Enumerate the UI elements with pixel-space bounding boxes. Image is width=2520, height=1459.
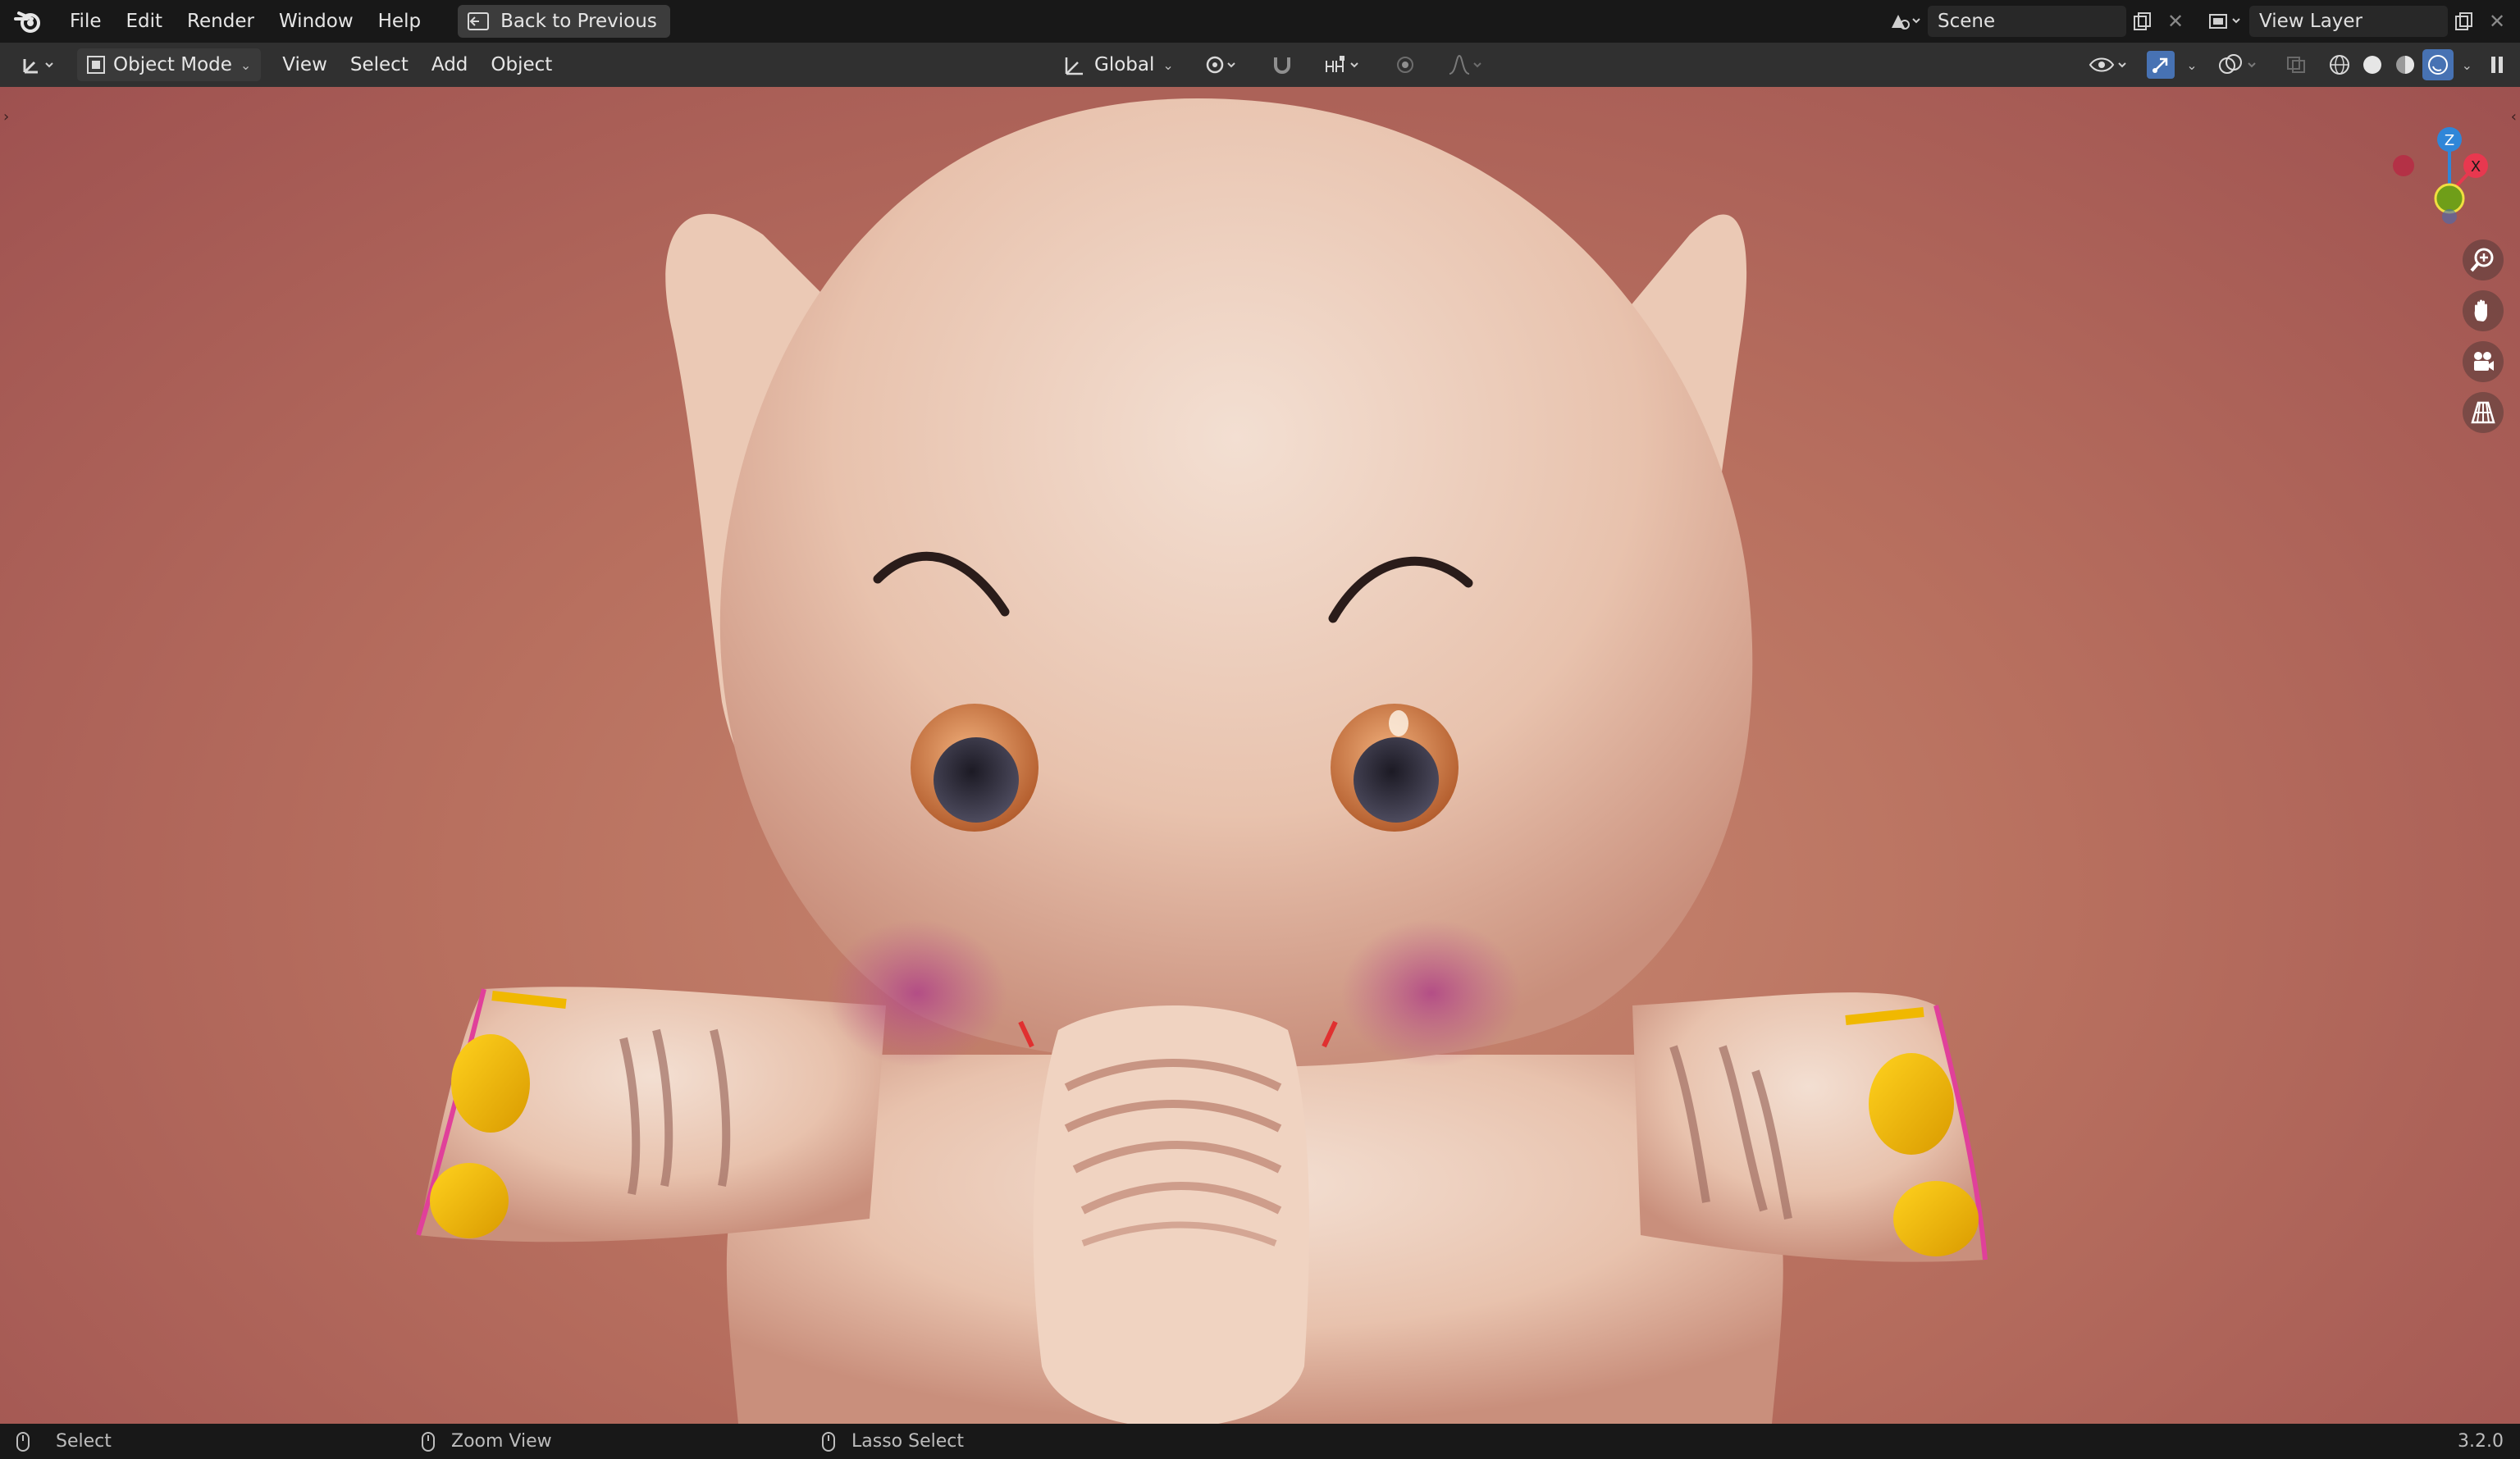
zoom-view-button[interactable] [2463,239,2504,280]
new-scene-icon[interactable] [2126,6,2159,37]
pause-render-button[interactable] [2481,49,2513,80]
status-bar: Select Zoom View Lasso Select 3.2.0 [0,1424,2520,1459]
overlays-icon [2218,54,2256,74]
status-zoom-view-label: Zoom View [451,1431,552,1452]
solid-sphere-icon [2362,56,2381,74]
chevron-down-icon: ⌄ [1162,57,1174,73]
scene-name: Scene [1938,11,1996,32]
mouse-middle-icon [422,1431,435,1452]
material-preview-button[interactable] [2390,49,2421,80]
camera-icon [2474,352,2494,371]
chevron-down-icon: ⌄ [240,57,252,73]
gizmo-dropdown[interactable]: ⌄ [2180,48,2203,81]
axis-z-label: Z [2445,132,2454,149]
menu-help[interactable]: Help [366,3,433,39]
hand-icon [2474,299,2487,321]
scene-browse-icon[interactable] [1882,6,1928,37]
wireframe-sphere-icon [2329,55,2349,75]
editor-type-button[interactable] [8,48,72,81]
object-mode-icon [87,56,105,74]
wireframe-shading-button[interactable] [2324,49,2355,80]
mouse-right-icon [822,1431,835,1452]
eye-icon [2089,57,2126,72]
shading-mode-group: ⌄ [2324,48,2479,81]
xray-toggle[interactable] [2273,48,2319,81]
status-right-mouse: Lasso Select [822,1431,964,1452]
rendered-sphere-icon [2427,55,2448,75]
remove-scene-icon[interactable]: ✕ [2159,6,2192,37]
left-toolbar-expand-icon[interactable]: › [3,108,9,125]
3d-viewport[interactable]: › ‹ Z X [0,87,2520,1424]
shading-dropdown[interactable]: ⌄ [2455,48,2479,81]
object-mode-dropdown[interactable]: Object Mode ⌄ [77,48,262,81]
remove-view-layer-icon[interactable]: ✕ [2481,6,2513,37]
proportional-editing-toggle[interactable] [1382,48,1428,81]
camera-view-button[interactable] [2463,341,2504,382]
menu-select[interactable]: Select [339,48,420,81]
menu-object[interactable]: Object [479,48,564,81]
magnet-icon [1273,57,1290,74]
navigation-gizmo[interactable]: Z X [2377,103,2500,226]
top-bar: File Edit Render Window Help Back to Pre… [0,0,2520,43]
menu-file[interactable]: File [57,3,114,39]
viewport-header: Object Mode ⌄ View Select Add Object Glo… [0,43,2520,88]
snap-increment-icon [1325,56,1358,72]
menu-render[interactable]: Render [175,3,267,39]
version-label: 3.2.0 [2458,1431,2504,1452]
object-mode-label: Object Mode [113,54,232,75]
transform-orientation-label: Global [1094,54,1155,75]
gizmo-arrow-icon [2147,51,2175,79]
back-to-previous-button[interactable]: Back to Previous [458,5,670,38]
overlays-toggle[interactable] [2206,48,2271,81]
pivot-point-dropdown[interactable] [1192,48,1253,81]
mouse-left-icon [16,1431,30,1452]
workspace-controls: Scene ✕ View Layer ✕ [1882,0,2520,43]
status-middle-mouse: Zoom View [422,1431,552,1452]
proportional-edit-icon [1396,57,1413,73]
new-view-layer-icon[interactable] [2448,6,2481,37]
selectability-visibility-dropdown[interactable] [2076,48,2142,81]
status-select-label: Select [56,1431,112,1452]
chevron-down-icon: ⌄ [2186,57,2198,73]
grid-perspective-icon [2471,401,2495,424]
falloff-curve-icon [1449,54,1481,75]
pan-view-button[interactable] [2463,290,2504,331]
gizmo-toggle[interactable] [2143,48,2178,81]
status-left-mouse: Select [16,1431,112,1452]
snap-target-dropdown[interactable] [1312,48,1376,81]
rendered-elephant-image [416,98,1988,1424]
falloff-dropdown[interactable] [1435,48,1499,81]
xray-icon [2286,57,2305,73]
transform-orientation-dropdown[interactable]: Global ⌄ [1050,48,1185,81]
axis-x-label: X [2471,158,2481,176]
material-sphere-icon [2395,56,2414,74]
orientation-axes-icon [1065,57,1083,75]
pivot-point-icon [1206,56,1235,74]
perspective-toggle-button[interactable] [2463,392,2504,433]
chevron-down-icon: ⌄ [2461,57,2472,73]
menu-edit[interactable]: Edit [114,3,176,39]
menu-view[interactable]: View [271,48,339,81]
back-screen-icon [468,12,490,30]
menu-window[interactable]: Window [267,3,366,39]
blender-logo-icon[interactable] [13,7,43,36]
editor-type-icon [23,59,53,74]
magnifier-plus-icon [2470,248,2494,272]
axis-gizmo-icon: Z X [2393,127,2488,224]
status-lasso-select-label: Lasso Select [851,1431,964,1452]
solid-shading-button[interactable] [2357,49,2388,80]
view-layer-field[interactable]: View Layer [2249,6,2448,37]
snap-toggle[interactable] [1259,48,1305,81]
view-layer-browse-icon[interactable] [2200,6,2249,37]
back-to-previous-label: Back to Previous [500,11,657,32]
menu-add[interactable]: Add [420,48,480,81]
scene-field[interactable]: Scene [1928,6,2126,37]
view-layer-name: View Layer [2259,11,2363,32]
pause-icon [2491,57,2503,73]
rendered-shading-button[interactable] [2422,49,2454,80]
right-sidebar-expand-icon[interactable]: ‹ [2511,108,2517,125]
